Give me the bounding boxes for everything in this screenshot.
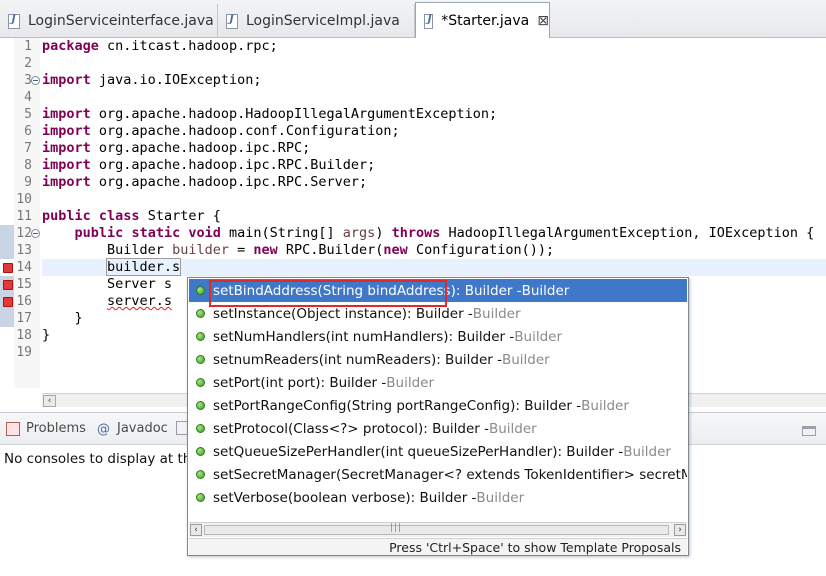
proposal-item[interactable]: setPort(int port) : Builder - Builder [189,371,687,394]
annotation-ruler [0,38,14,388]
code-line-18: } [42,327,51,343]
proposal-horizontal-scrollbar[interactable]: ‹ › [189,522,687,537]
code-line-13: Builder builder = new RPC.Builder(new Co… [107,242,555,258]
public-method-icon [196,378,205,387]
override-marker [0,225,14,242]
public-method-icon [196,493,205,502]
public-method-icon [196,424,205,433]
line-number: 17 [16,311,32,326]
java-file-icon [226,13,238,29]
ruler-mark [0,310,14,327]
proposal-item[interactable]: setSecretManager(SecretManager<? extends… [189,463,687,486]
tab-label: LoginServiceinterface.java [28,13,214,29]
javadoc-icon: @ [97,421,110,437]
code-line-8: import org.apache.hadoop.ipc.RPC.Builder… [42,157,376,173]
code-line-1: package cn.itcast.hadoop.rpc; [42,38,278,54]
line-number: 8 [24,158,32,173]
proposal-item[interactable]: setnumReaders(int numReaders) : Builder … [189,348,687,371]
console-empty-message: No consoles to display at thi [4,451,196,467]
line-number: 14 [16,260,32,275]
code-line-17: } [42,310,83,326]
java-file-icon [424,13,434,29]
scroll-left-button[interactable]: ‹ [43,395,56,407]
code-line-3: import java.io.IOException; [42,72,262,88]
proposal-item[interactable]: setProtocol(Class<?> protocol) : Builder… [189,417,687,440]
public-method-icon [196,447,205,456]
scroll-right-button[interactable]: › [674,524,686,536]
public-method-icon [196,401,205,410]
code-line-5: import org.apache.hadoop.HadoopIllegalAr… [42,106,498,122]
line-number-gutter: 1 2 3 4 5 6 7 8 9 10 11 12 13 14 15 16 1… [14,38,40,388]
line-number: 12 [16,226,32,241]
scroll-left-button[interactable]: ‹ [190,524,202,536]
line-number: 10 [16,192,32,207]
line-number: 2 [24,56,32,71]
tab-login-service-impl[interactable]: LoginServiceImpl.java [218,4,415,38]
proposal-item[interactable]: setInstance(Object instance) : Builder -… [189,302,687,325]
error-icon[interactable] [3,263,13,273]
line-number: 9 [24,175,32,190]
line-number: 7 [24,141,32,156]
public-method-icon [196,309,205,318]
proposal-item[interactable]: setPortRangeConfig(String portRangeConfi… [189,394,687,417]
error-icon[interactable] [3,297,13,307]
code-line-16: server.s [107,293,173,309]
content-assist-popup[interactable]: setBindAddress(String bindAddress) : Bui… [187,277,689,556]
fold-collapse-icon[interactable] [31,76,40,85]
editor-tab-bar: LoginServiceinterface.java LoginServiceI… [0,0,826,39]
scrollbar-thumb[interactable] [204,523,669,535]
line-number: 19 [16,345,32,360]
tab-label: *Starter.java [441,13,530,29]
code-line-14: builder.s [106,258,182,276]
line-number: 13 [16,243,32,258]
line-number: 16 [16,294,32,309]
tab-javadoc[interactable]: @ Javadoc [97,421,168,437]
text-caret [180,259,182,274]
public-method-icon [196,332,205,341]
code-line-7: import org.apache.hadoop.ipc.RPC; [42,140,311,156]
java-file-icon [8,13,20,29]
line-number: 4 [24,90,32,105]
problems-icon [6,421,20,436]
line-number: 18 [16,328,32,343]
line-number: 5 [24,107,32,122]
proposal-item[interactable]: setQueueSizePerHandler(int queueSizePerH… [189,440,687,463]
public-method-icon [196,355,205,364]
tab-starter[interactable]: *Starter.java ⊠ [415,2,550,39]
override-marker [0,242,14,259]
tab-problems[interactable]: Problems [6,421,86,436]
code-line-11: public class Starter { [42,208,221,224]
proposal-item[interactable]: setNumHandlers(int numHandlers) : Builde… [189,325,687,348]
code-line-9: import org.apache.hadoop.ipc.RPC.Server; [42,174,368,190]
code-line-15: Server s [107,276,173,292]
code-line-6: import org.apache.hadoop.conf.Configurat… [42,123,400,139]
template-proposals-hint: Press 'Ctrl+Space' to show Template Prop… [189,538,687,555]
line-number: 11 [16,209,32,224]
minimize-icon[interactable] [802,426,816,436]
tab-login-service-interface[interactable]: LoginServiceinterface.java [0,4,218,38]
tab-label: LoginServiceImpl.java [246,13,400,29]
close-tab-icon[interactable]: ⊠ [537,13,549,29]
line-number: 1 [24,39,32,54]
public-method-icon [196,286,205,295]
proposal-item[interactable]: setVerbose(boolean verbose) : Builder - … [189,486,687,509]
public-method-icon [196,470,205,479]
proposal-item[interactable]: setBindAddress(String bindAddress) : Bui… [189,279,687,302]
line-number: 6 [24,124,32,139]
line-number: 15 [16,277,32,292]
code-line-12: public static void main(String[] args) t… [74,225,815,241]
error-icon[interactable] [3,280,13,290]
fold-collapse-icon[interactable] [31,229,40,238]
